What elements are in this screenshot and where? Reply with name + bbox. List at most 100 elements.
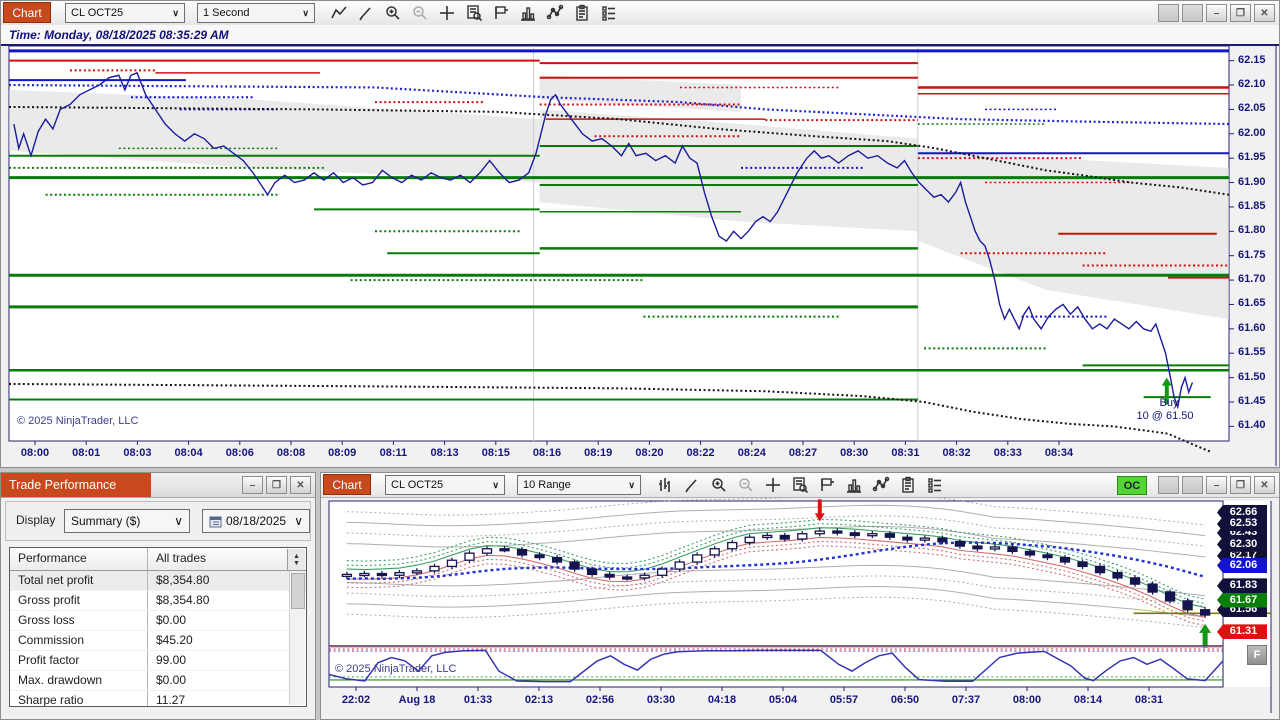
table-scroll-spinner[interactable]: ▲ ▼ bbox=[287, 549, 305, 570]
date-value: 08/18/2025 bbox=[226, 514, 287, 528]
close-button[interactable]: ✕ bbox=[1254, 4, 1275, 22]
properties-icon[interactable] bbox=[898, 475, 918, 495]
minimize-button[interactable]: – bbox=[242, 476, 263, 494]
close-button[interactable]: ✕ bbox=[290, 476, 311, 494]
table-scrollbar[interactable] bbox=[289, 571, 305, 705]
display-select[interactable]: Summary ($) ∨ bbox=[64, 509, 190, 533]
price-axis-label: 62.05 bbox=[1238, 102, 1266, 115]
price-axis-label: 62.00 bbox=[1238, 126, 1266, 139]
time-axis-label: Aug 18 bbox=[398, 694, 436, 706]
time-axis-label: 08:03 bbox=[123, 447, 152, 459]
close-button[interactable]: ✕ bbox=[1254, 476, 1275, 494]
toolbar-blank-button[interactable] bbox=[1182, 4, 1203, 22]
toolbar-blank-button[interactable] bbox=[1158, 476, 1179, 494]
buy-annotation-label: Buy bbox=[1159, 397, 1179, 409]
chart-style-line-icon[interactable] bbox=[329, 3, 349, 23]
zoom-in-icon[interactable] bbox=[709, 475, 729, 495]
chevron-down-icon: ∨ bbox=[302, 7, 309, 18]
chart2-interval-select[interactable]: 10 Range ∨ bbox=[517, 475, 641, 495]
time-axis-label: 02:13 bbox=[524, 694, 554, 706]
maximize-button[interactable]: ❒ bbox=[1230, 476, 1251, 494]
toolbar-blank-button[interactable] bbox=[1158, 4, 1179, 22]
chevron-down-icon: ∨ bbox=[492, 479, 499, 490]
table-row[interactable]: Total net profit $8,354.80 bbox=[10, 571, 306, 591]
price-axis-label: 61.70 bbox=[1238, 273, 1266, 286]
table-row[interactable]: Commission $45.20 bbox=[10, 631, 306, 651]
indicators-icon[interactable] bbox=[844, 475, 864, 495]
chart1-copyright: © 2025 NinjaTrader, LLC bbox=[17, 415, 139, 427]
drawing-tools-icon[interactable] bbox=[356, 3, 376, 23]
drawing-tools-icon[interactable] bbox=[682, 475, 702, 495]
time-axis-label: 08:19 bbox=[584, 447, 613, 459]
date-select[interactable]: 08/18/2025 ∨ bbox=[202, 509, 310, 533]
data-series-icon[interactable] bbox=[464, 3, 484, 23]
trade-performance-titlebar: Trade Performance – ❒ ✕ bbox=[1, 473, 315, 498]
metric-label: Max. drawdown bbox=[10, 671, 148, 690]
time-axis-label: 08:04 bbox=[174, 447, 203, 459]
table-row[interactable]: Gross profit $8,354.80 bbox=[10, 591, 306, 611]
chart1-tab[interactable]: Chart bbox=[3, 2, 51, 23]
price-axis-label: 61.50 bbox=[1238, 370, 1266, 383]
zoom-out-icon[interactable] bbox=[410, 3, 430, 23]
minimize-button[interactable]: – bbox=[1206, 4, 1227, 22]
time-axis-label: 01:33 bbox=[463, 694, 493, 706]
maximize-button[interactable]: ❒ bbox=[266, 476, 287, 494]
chart1-window: Chart CL OCT25 ∨ 1 Second ∨ – ❒ ✕ Time: Mo… bbox=[0, 0, 1280, 468]
chart2-instrument-select[interactable]: CL OCT25 ∨ bbox=[385, 475, 505, 495]
data-series-icon[interactable] bbox=[790, 475, 810, 495]
chart1-canvas[interactable] bbox=[1, 1, 1280, 468]
performance-table[interactable]: Performance All trades Total net profit $8,… bbox=[9, 547, 307, 707]
table-row[interactable]: Profit factor 99.00 bbox=[10, 651, 306, 671]
chart1-instrument-select[interactable]: CL OCT25 ∨ bbox=[65, 3, 185, 23]
metric-value: 11.27 bbox=[156, 693, 186, 707]
chart2-tab[interactable]: Chart bbox=[323, 474, 371, 495]
chart-style-bars-icon[interactable] bbox=[655, 475, 675, 495]
metric-value: $45.20 bbox=[156, 633, 193, 647]
table-row[interactable]: Sharpe ratio 11.27 bbox=[10, 691, 306, 707]
chart2-instrument-value: CL OCT25 bbox=[391, 479, 444, 491]
header-all-trades[interactable]: All trades bbox=[148, 548, 306, 570]
zoom-out-icon[interactable] bbox=[736, 475, 756, 495]
properties-icon[interactable] bbox=[572, 3, 592, 23]
table-row[interactable]: Max. drawdown $0.00 bbox=[10, 671, 306, 691]
metric-label: Total net profit bbox=[10, 571, 148, 590]
fit-button[interactable]: F bbox=[1247, 645, 1267, 665]
alerts-icon[interactable] bbox=[491, 3, 511, 23]
chevron-down-icon: ∨ bbox=[628, 479, 635, 490]
display-value: Summary ($) bbox=[71, 514, 141, 528]
price-axis-label: 61.85 bbox=[1238, 199, 1266, 212]
chart1-interval-select[interactable]: 1 Second ∨ bbox=[197, 3, 315, 23]
calendar-icon bbox=[209, 516, 222, 527]
table-row[interactable]: Gross loss $0.00 bbox=[10, 611, 306, 631]
crosshair-icon[interactable] bbox=[437, 3, 457, 23]
chart2-canvas[interactable] bbox=[321, 473, 1280, 720]
display-label: Display bbox=[16, 513, 56, 527]
maximize-button[interactable]: ❒ bbox=[1230, 4, 1251, 22]
chevron-down-icon: ∨ bbox=[172, 7, 179, 18]
metric-value: $0.00 bbox=[156, 673, 187, 687]
header-performance[interactable]: Performance bbox=[10, 548, 148, 570]
alerts-icon[interactable] bbox=[817, 475, 837, 495]
time-axis-label: 08:14 bbox=[1073, 694, 1103, 706]
zoom-in-icon[interactable] bbox=[383, 3, 403, 23]
indicators-icon[interactable] bbox=[518, 3, 538, 23]
metric-label: Commission bbox=[10, 631, 148, 650]
display-icon[interactable] bbox=[599, 3, 619, 23]
price-axis-label: 61.95 bbox=[1238, 151, 1266, 164]
time-axis-label: 08:27 bbox=[788, 447, 818, 459]
oc-button[interactable]: OC bbox=[1117, 476, 1147, 495]
scrollbar-thumb[interactable] bbox=[291, 573, 305, 609]
chart1-toolbar: Chart CL OCT25 ∨ 1 Second ∨ – ❒ ✕ bbox=[1, 1, 1279, 26]
strategies-icon[interactable] bbox=[871, 475, 891, 495]
crosshair-icon[interactable] bbox=[763, 475, 783, 495]
strategies-icon[interactable] bbox=[545, 3, 565, 23]
display-icon[interactable] bbox=[925, 475, 945, 495]
time-axis-label: 08:20 bbox=[635, 447, 664, 459]
time-axis-label: 22:02 bbox=[341, 694, 371, 706]
buy-annotation-qty: 10 @ 61.50 bbox=[1136, 410, 1194, 422]
time-axis-label: 08:06 bbox=[225, 447, 254, 459]
toolbar-blank-button[interactable] bbox=[1182, 476, 1203, 494]
price-axis-label: 61.60 bbox=[1238, 321, 1266, 334]
chart2-window-buttons: – ❒ ✕ bbox=[1158, 476, 1275, 494]
minimize-button[interactable]: – bbox=[1206, 476, 1227, 494]
